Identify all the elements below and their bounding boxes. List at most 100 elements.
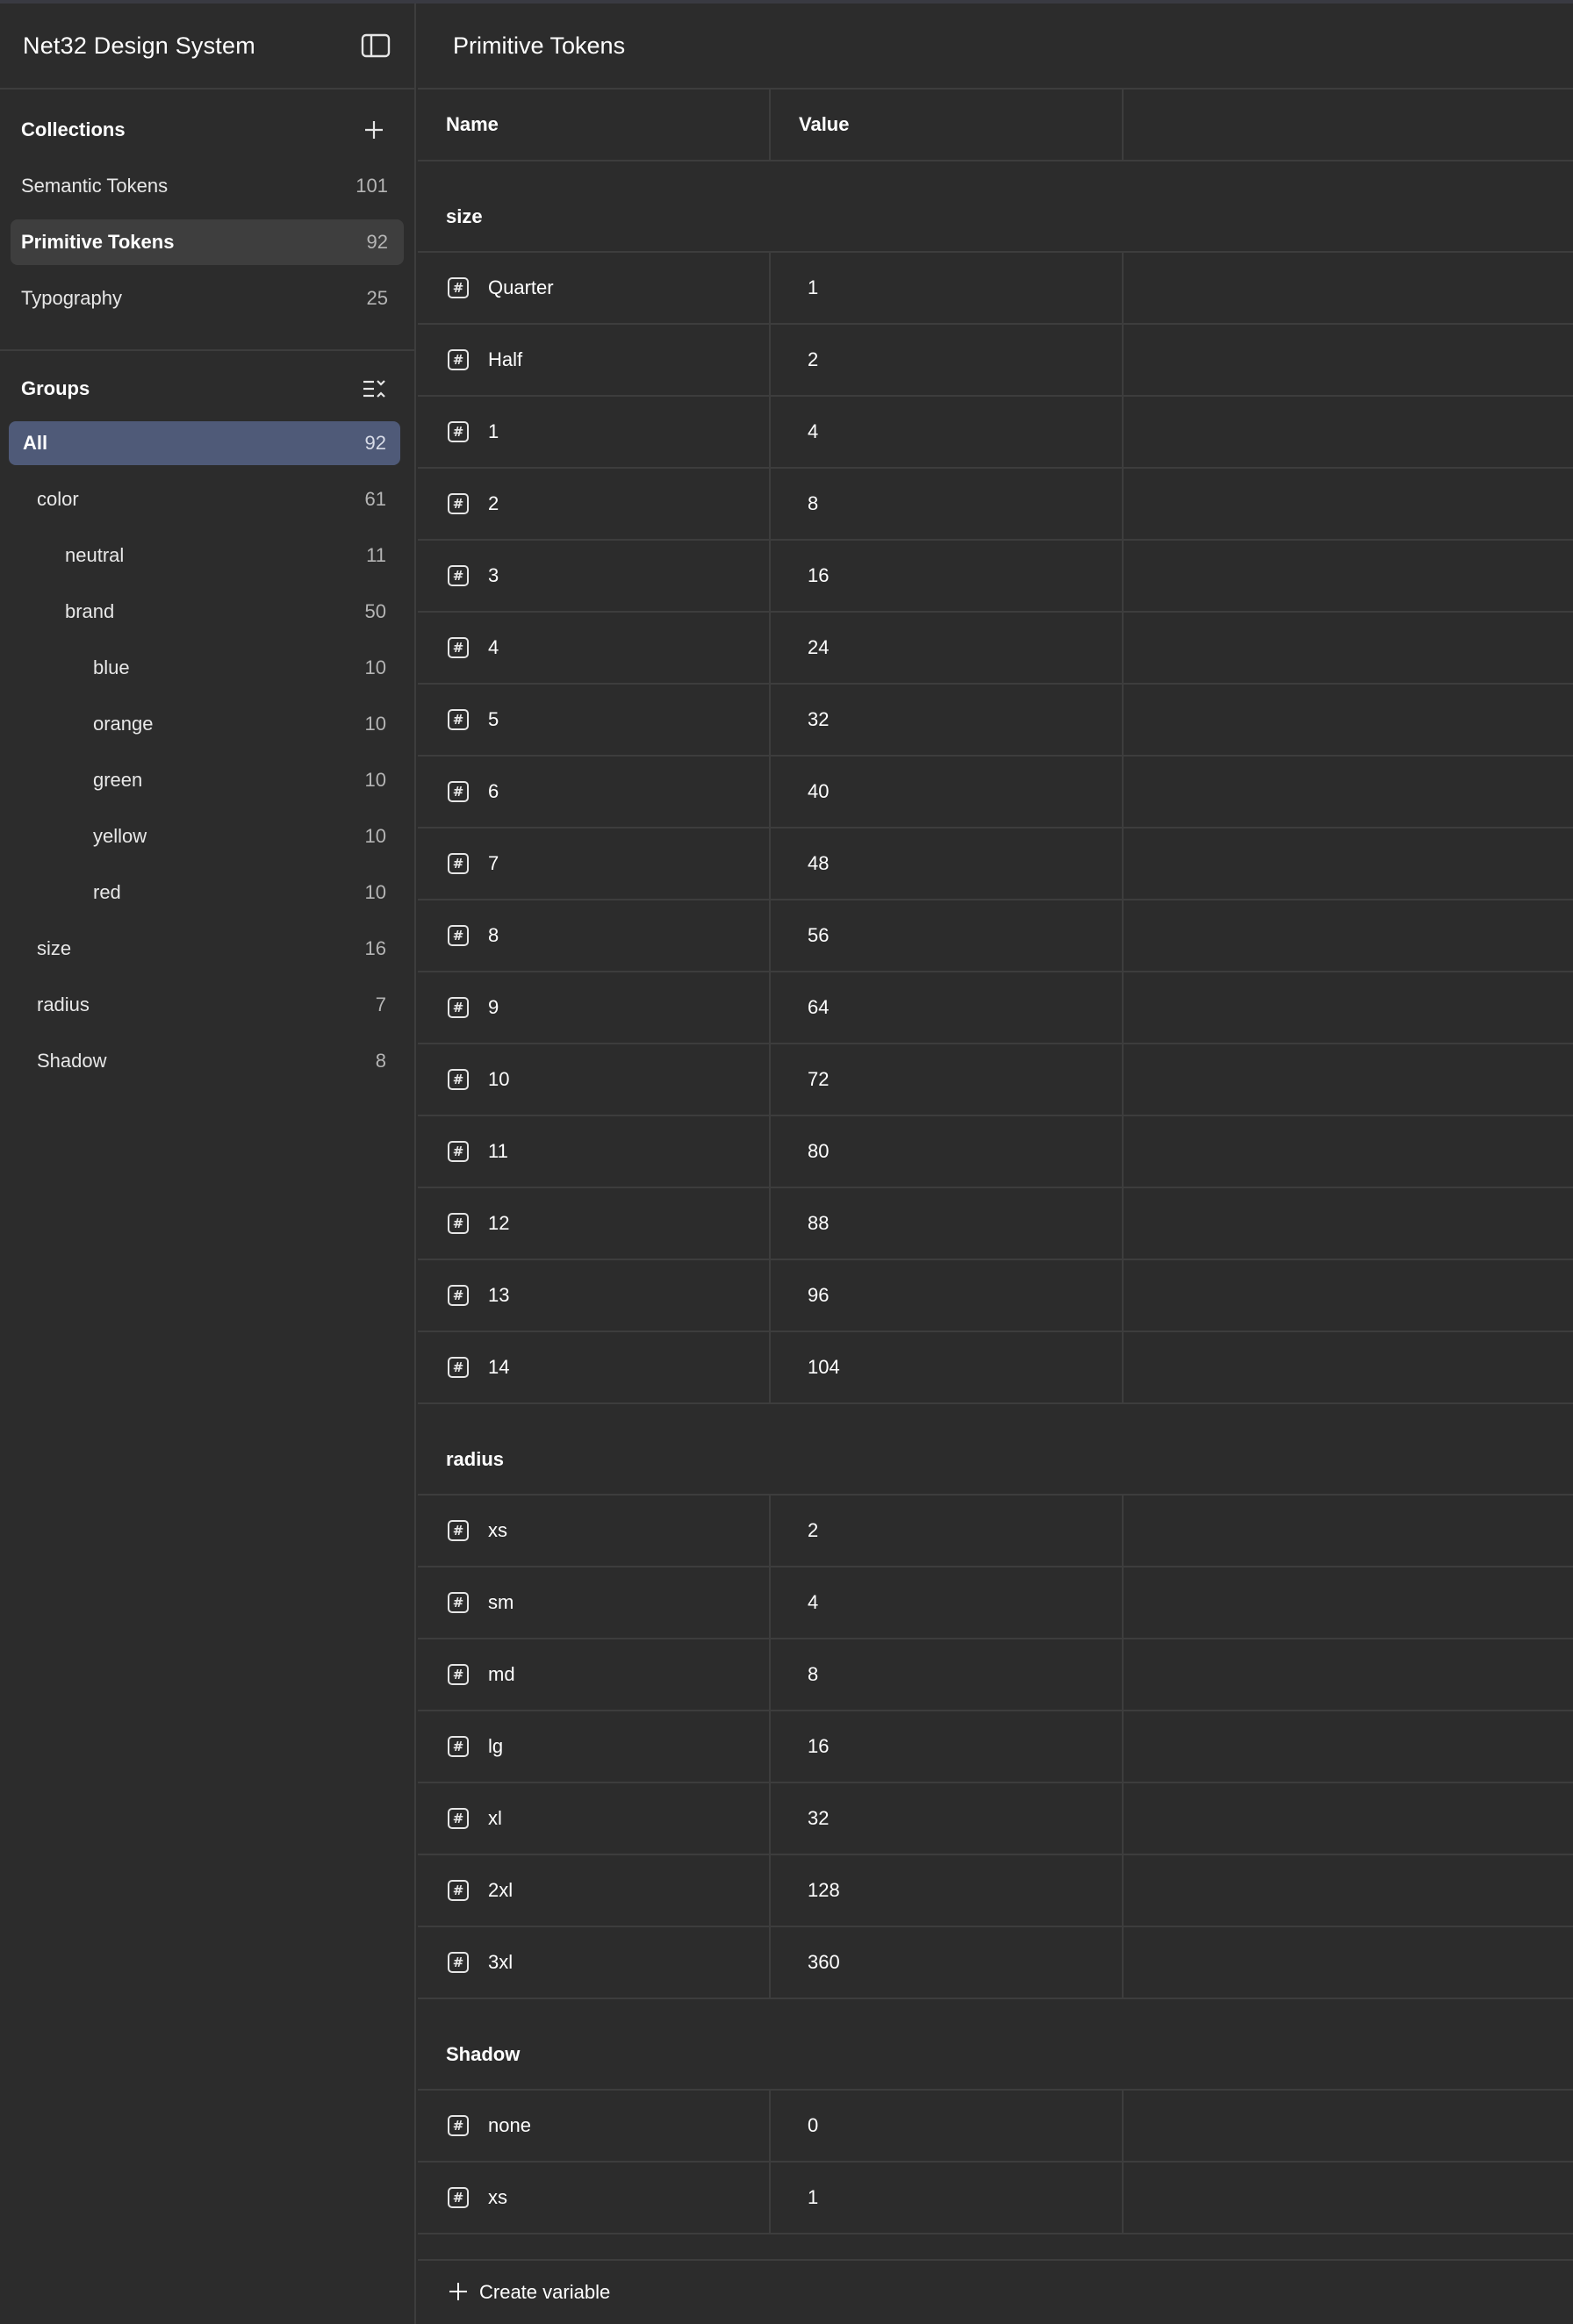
table-row[interactable]: #10 72 [418, 1044, 1573, 1116]
group-item[interactable]: radius 7 [9, 983, 400, 1027]
table-row[interactable]: # sm 4 [418, 1567, 1573, 1639]
variable-name-cell[interactable]: #12 [418, 1188, 771, 1259]
group-count: 50 [364, 600, 386, 622]
table-row[interactable]: #4 24 [418, 613, 1573, 685]
variable-name-cell[interactable]: # xs [418, 2163, 771, 2233]
group-item[interactable]: All 92 [9, 421, 400, 465]
variable-name-cell[interactable]: #4 [418, 613, 771, 683]
variable-name-cell[interactable]: # Quarter [418, 253, 771, 323]
variable-value-cell[interactable]: 360 [771, 1927, 1124, 1998]
variable-name-cell[interactable]: # xl [418, 1783, 771, 1854]
variable-value-cell[interactable]: 32 [771, 685, 1124, 755]
variable-value-cell[interactable]: 8 [771, 469, 1124, 539]
variable-value-cell[interactable]: 64 [771, 972, 1124, 1043]
group-item[interactable]: red 10 [9, 871, 400, 915]
table-row[interactable]: #2xl 128 [418, 1855, 1573, 1927]
group-item[interactable]: brand 50 [9, 590, 400, 634]
table-row[interactable]: # Half 2 [418, 325, 1573, 397]
table-row[interactable]: # xs 2 [418, 1496, 1573, 1567]
variable-value-cell[interactable]: 96 [771, 1260, 1124, 1331]
variable-value-cell[interactable]: 80 [771, 1116, 1124, 1187]
variable-name-cell[interactable]: # md [418, 1639, 771, 1710]
variable-name-cell[interactable]: #3 [418, 541, 771, 611]
collapse-list-icon[interactable] [356, 371, 391, 406]
variable-name-cell[interactable]: # sm [418, 1567, 771, 1638]
collection-item[interactable]: Semantic Tokens 101 [11, 163, 404, 209]
create-variable-button[interactable]: Create variable [418, 2259, 1573, 2324]
variable-name-cell[interactable]: #5 [418, 685, 771, 755]
table-row[interactable]: #8 56 [418, 900, 1573, 972]
variable-value-cell[interactable]: 4 [771, 397, 1124, 467]
variable-value-cell[interactable]: 128 [771, 1855, 1124, 1926]
table-row[interactable]: #6 40 [418, 757, 1573, 828]
table-row[interactable]: #3 16 [418, 541, 1573, 613]
variable-value-cell[interactable]: 104 [771, 1332, 1124, 1402]
variable-value-cell[interactable]: 2 [771, 1496, 1124, 1566]
collection-item[interactable]: Primitive Tokens 92 [11, 219, 404, 265]
variable-name-cell[interactable]: #2 [418, 469, 771, 539]
group-item[interactable]: color 61 [9, 477, 400, 521]
variable-name-cell[interactable]: #13 [418, 1260, 771, 1331]
group-item[interactable]: yellow 10 [9, 814, 400, 858]
group-item[interactable]: Shadow 8 [9, 1039, 400, 1083]
sidebar-toggle-icon[interactable] [358, 28, 393, 63]
variable-name-cell[interactable]: #9 [418, 972, 771, 1043]
variable-value-cell[interactable]: 32 [771, 1783, 1124, 1854]
variable-name-cell[interactable]: #11 [418, 1116, 771, 1187]
variable-value-cell[interactable]: 24 [771, 613, 1124, 683]
variable-name-cell[interactable]: #3xl [418, 1927, 771, 1998]
variable-value-cell[interactable]: 8 [771, 1639, 1124, 1710]
variable-name-cell[interactable]: # lg [418, 1711, 771, 1782]
group-item[interactable]: size 16 [9, 927, 400, 971]
variable-value-cell[interactable]: 16 [771, 1711, 1124, 1782]
table-row[interactable]: # xs 1 [418, 2163, 1573, 2234]
variable-value-cell[interactable]: 4 [771, 1567, 1124, 1638]
variable-value-cell[interactable]: 16 [771, 541, 1124, 611]
table-row[interactable]: #3xl 360 [418, 1927, 1573, 1999]
variable-value-cell[interactable]: 72 [771, 1044, 1124, 1115]
variable-name-cell[interactable]: #2xl [418, 1855, 771, 1926]
column-header-value[interactable]: Value [771, 90, 1124, 160]
table-row[interactable]: #9 64 [418, 972, 1573, 1044]
table-row[interactable]: #1 4 [418, 397, 1573, 469]
variable-value-cell[interactable]: 2 [771, 325, 1124, 395]
variable-value-cell[interactable]: 48 [771, 828, 1124, 899]
variable-value: 40 [808, 780, 830, 802]
table-row[interactable]: # md 8 [418, 1639, 1573, 1711]
groups-title: Groups [21, 377, 90, 399]
variable-name-cell[interactable]: # xs [418, 1496, 771, 1566]
variable-name-cell[interactable]: #8 [418, 900, 771, 971]
variable-value-cell[interactable]: 56 [771, 900, 1124, 971]
table-row[interactable]: # lg 16 [418, 1711, 1573, 1783]
variable-name-cell[interactable]: #10 [418, 1044, 771, 1115]
column-header-name[interactable]: Name [418, 90, 771, 160]
variable-name-cell[interactable]: #14 [418, 1332, 771, 1402]
variable-name: 1 [488, 420, 499, 442]
group-item[interactable]: green 10 [9, 758, 400, 802]
group-item[interactable]: neutral 11 [9, 534, 400, 577]
group-item[interactable]: orange 10 [9, 702, 400, 746]
table-row[interactable]: # Quarter 1 [418, 253, 1573, 325]
table-row[interactable]: #5 32 [418, 685, 1573, 757]
variable-value-cell[interactable]: 88 [771, 1188, 1124, 1259]
variable-value-cell[interactable]: 0 [771, 2091, 1124, 2161]
group-item[interactable]: blue 10 [9, 646, 400, 690]
variable-value-cell[interactable]: 40 [771, 757, 1124, 827]
variable-name-cell[interactable]: #6 [418, 757, 771, 827]
table-row[interactable]: # xl 32 [418, 1783, 1573, 1855]
table-row[interactable]: #12 88 [418, 1188, 1573, 1260]
variable-value-cell[interactable]: 1 [771, 253, 1124, 323]
variable-name-cell[interactable]: # Half [418, 325, 771, 395]
table-row[interactable]: # none 0 [418, 2091, 1573, 2163]
add-collection-plus-icon[interactable] [356, 112, 391, 147]
table-row[interactable]: #7 48 [418, 828, 1573, 900]
table-row[interactable]: #11 80 [418, 1116, 1573, 1188]
variable-name-cell[interactable]: # none [418, 2091, 771, 2161]
table-row[interactable]: #14 104 [418, 1332, 1573, 1404]
table-row[interactable]: #2 8 [418, 469, 1573, 541]
variable-value-cell[interactable]: 1 [771, 2163, 1124, 2233]
variable-name-cell[interactable]: #1 [418, 397, 771, 467]
table-row[interactable]: #13 96 [418, 1260, 1573, 1332]
collection-item[interactable]: Typography 25 [11, 276, 404, 321]
variable-name-cell[interactable]: #7 [418, 828, 771, 899]
